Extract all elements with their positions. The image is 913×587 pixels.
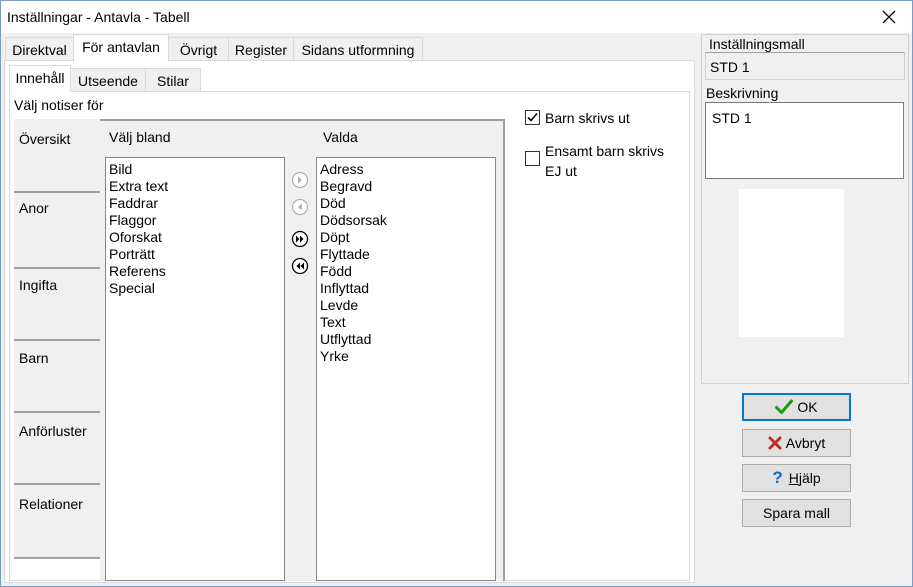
- tab-label: För antavlan: [82, 39, 160, 55]
- cancel-button-label: Avbryt: [785, 435, 826, 451]
- nav-item-ingifta[interactable]: Ingifta: [14, 269, 100, 341]
- choose-from-list[interactable]: Bild Extra text Faddrar Flaggor Oforskat Port…: [105, 157, 285, 581]
- list-item[interactable]: Adress: [320, 161, 492, 178]
- template-label: Inställningsmall: [709, 36, 805, 52]
- barn-skrivs-ut-label: Barn skrivs ut: [545, 110, 630, 126]
- description-label: Beskrivning: [706, 85, 779, 101]
- choose-from-header: Välj bland: [109, 129, 171, 145]
- move-right-icon[interactable]: [291, 171, 309, 189]
- tab-for-antavlan[interactable]: För antavlan: [73, 34, 169, 61]
- list-item[interactable]: Oforskat: [109, 229, 281, 246]
- help-mnemonic: H: [788, 470, 799, 486]
- cancel-x-icon: [768, 436, 782, 450]
- title-bar: Inställningar - Antavla - Tabell: [1, 1, 912, 33]
- template-value-field: STD 1: [705, 52, 905, 80]
- close-button[interactable]: [866, 1, 912, 33]
- list-item[interactable]: Special: [109, 280, 281, 297]
- checkmark-icon: [527, 112, 538, 122]
- section-label: Välj notiser för: [14, 97, 104, 113]
- tab-register[interactable]: Register: [228, 37, 294, 61]
- nav-item-anforluster[interactable]: Anförluster: [14, 413, 100, 485]
- list-item[interactable]: Flaggor: [109, 212, 281, 229]
- save-template-label: Spara mall: [763, 505, 830, 521]
- list-item[interactable]: Döpt: [320, 229, 492, 246]
- list-item[interactable]: Referens: [109, 263, 281, 280]
- tab-label: Övrigt: [179, 42, 218, 58]
- settings-window: Inställningar - Antavla - Tabell Direktv…: [0, 0, 913, 587]
- tab-sidans-utformning[interactable]: Sidans utformning: [293, 37, 423, 61]
- tab-innehall[interactable]: Innehåll: [9, 65, 71, 92]
- list-item[interactable]: Yrke: [320, 348, 492, 365]
- window-title: Inställningar - Antavla - Tabell: [7, 9, 190, 25]
- list-item[interactable]: Text: [320, 314, 492, 331]
- nav-label: Barn: [19, 350, 49, 366]
- nav-item-anor[interactable]: Anor: [14, 193, 100, 269]
- ensamt-barn-label-line1: Ensamt barn skrivs: [545, 143, 665, 159]
- template-preview: [739, 189, 844, 337]
- help-button[interactable]: ? Hjälp: [742, 464, 851, 492]
- tab-label: Direktval: [12, 42, 67, 58]
- move-all-right-icon[interactable]: [291, 230, 309, 248]
- save-template-button[interactable]: Spara mall: [742, 499, 851, 527]
- ok-button-label: OK: [797, 399, 818, 415]
- nav-item-oversikt[interactable]: Översikt: [14, 119, 100, 193]
- list-item[interactable]: Begravd: [320, 178, 492, 195]
- list-item[interactable]: Inflyttad: [320, 280, 492, 297]
- tab-utseende[interactable]: Utseende: [70, 68, 146, 92]
- ensamt-barn-label-line2: EJ ut: [545, 163, 577, 179]
- help-question-icon: ?: [772, 468, 783, 487]
- list-item[interactable]: Flyttade: [320, 246, 492, 263]
- list-item[interactable]: Död: [320, 195, 492, 212]
- list-item[interactable]: Faddrar: [109, 195, 281, 212]
- nav-label: Översikt: [19, 131, 71, 147]
- list-item[interactable]: Bild: [109, 161, 281, 178]
- list-item[interactable]: Extra text: [109, 178, 281, 195]
- cancel-button[interactable]: Avbryt: [742, 429, 851, 457]
- barn-skrivs-ut-checkbox[interactable]: [525, 110, 540, 125]
- nav-item-barn[interactable]: Barn: [14, 341, 100, 413]
- list-item[interactable]: Levde: [320, 297, 492, 314]
- move-all-left-icon[interactable]: [291, 257, 309, 275]
- ensamt-barn-checkbox[interactable]: [525, 151, 540, 166]
- close-icon: [882, 10, 896, 24]
- help-label-rest: jälp: [798, 470, 821, 486]
- ok-button[interactable]: OK: [742, 393, 851, 421]
- tab-label: Utseende: [78, 73, 138, 89]
- tab-ovrigt[interactable]: Övrigt: [168, 37, 229, 61]
- list-item[interactable]: Dödsorsak: [320, 212, 492, 229]
- checkmark-icon: [775, 399, 794, 414]
- list-item[interactable]: Porträtt: [109, 246, 281, 263]
- tab-label: Stilar: [157, 73, 189, 89]
- nav-label: Anor: [19, 200, 49, 216]
- selected-list[interactable]: Adress Begravd Död Dödsorsak Döpt Flyttade Föd…: [316, 157, 496, 581]
- move-left-icon[interactable]: [291, 198, 309, 216]
- tab-label: Sidans utformning: [301, 42, 415, 58]
- tab-label: Register: [234, 42, 288, 58]
- nav-item-relationer[interactable]: Relationer: [14, 485, 100, 559]
- nav-label: Ingifta: [19, 277, 58, 293]
- tab-direktval[interactable]: Direktval: [5, 37, 74, 61]
- list-item[interactable]: Utflyttad: [320, 331, 492, 348]
- help-button-label: Hjälp: [789, 470, 821, 486]
- tab-stilar[interactable]: Stilar: [145, 68, 201, 92]
- list-item[interactable]: Född: [320, 263, 492, 280]
- description-field[interactable]: STD 1: [705, 102, 904, 179]
- selected-header: Valda: [323, 129, 358, 145]
- tab-label: Innehåll: [15, 70, 65, 86]
- nav-label: Relationer: [19, 496, 83, 512]
- nav-label: Anförluster: [19, 423, 87, 439]
